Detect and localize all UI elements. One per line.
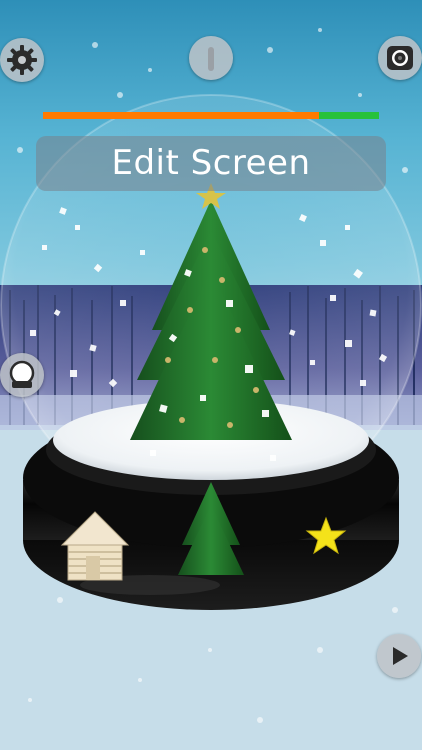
snow-globe-icon bbox=[9, 360, 35, 388]
progress-fill bbox=[43, 112, 319, 119]
camera-button[interactable] bbox=[378, 36, 422, 80]
play-button[interactable] bbox=[377, 634, 421, 678]
progress-bar bbox=[43, 112, 379, 119]
gear-icon bbox=[7, 45, 37, 75]
play-icon bbox=[393, 647, 408, 665]
snow-globe-button[interactable] bbox=[0, 353, 44, 397]
edit-screen: Edit Screen bbox=[0, 0, 422, 750]
info-icon bbox=[208, 47, 214, 71]
camera-icon bbox=[387, 46, 413, 70]
settings-button[interactable] bbox=[0, 38, 44, 82]
progress-remaining bbox=[318, 112, 379, 119]
edit-screen-banner: Edit Screen bbox=[36, 136, 386, 191]
info-button[interactable] bbox=[189, 36, 233, 80]
